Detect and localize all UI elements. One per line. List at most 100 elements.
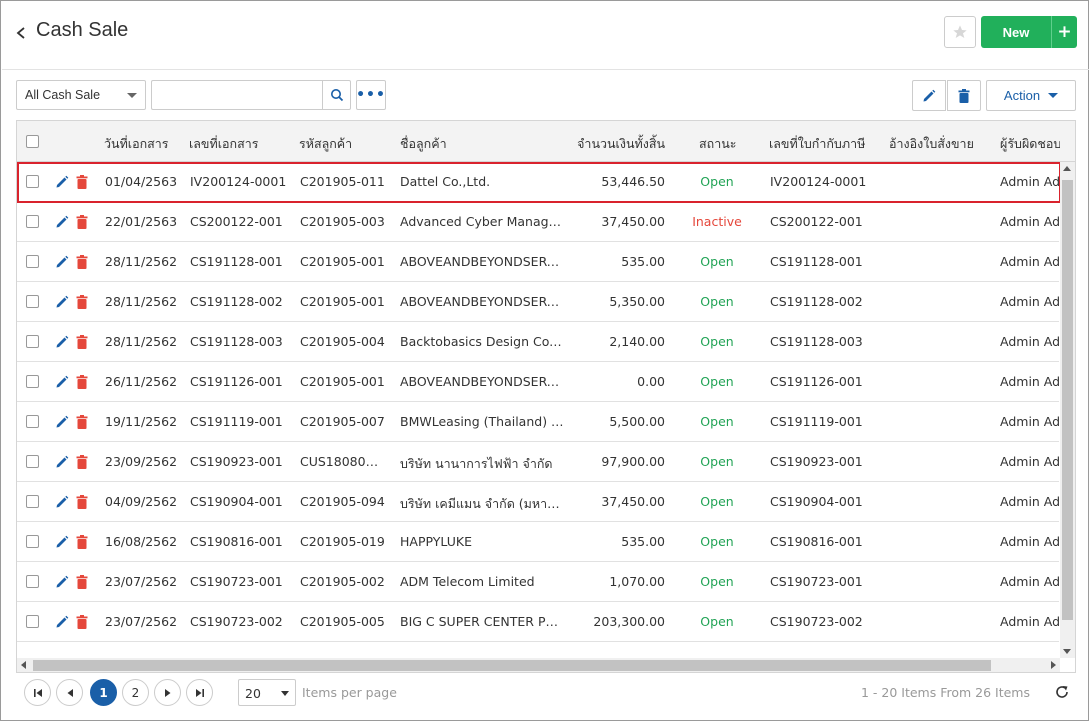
cell-customer-name: ABOVEANDBEYONDSERVICE [400, 294, 565, 309]
action-dropdown[interactable]: Action [986, 80, 1076, 111]
next-page-button[interactable] [154, 679, 181, 706]
edit-icon[interactable] [55, 415, 69, 429]
cell-doc-no: CS190904-001 [190, 494, 283, 509]
prev-page-button[interactable] [56, 679, 83, 706]
prev-page-icon [67, 688, 73, 697]
column-header-doc-no[interactable]: เลขที่เอกสาร [189, 134, 279, 154]
status-badge: Open [700, 294, 734, 309]
table-row[interactable]: 19/11/2562 CS191119-001 C201905-007 BMWLeas… [17, 402, 1060, 442]
column-header-amount[interactable]: จำนวนเงินทั้งสิ้น [567, 134, 665, 154]
search-button[interactable] [322, 80, 351, 110]
column-header-status[interactable]: สถานะ [699, 134, 759, 154]
column-header-date[interactable]: วันที่เอกสาร [104, 134, 179, 154]
row-checkbox[interactable] [26, 495, 39, 508]
chevron-left-icon[interactable] [14, 22, 28, 44]
edit-icon[interactable] [55, 375, 69, 389]
delete-icon[interactable] [76, 335, 88, 349]
cell-customer-code: C201905-002 [300, 574, 385, 589]
delete-icon[interactable] [76, 175, 88, 189]
scroll-down-icon[interactable] [1063, 649, 1071, 654]
page-size-value: 20 [245, 686, 261, 701]
first-page-button[interactable] [24, 679, 51, 706]
table-row[interactable]: 01/04/2563 IV200124-0001 C201905-011 Dattel… [17, 162, 1060, 202]
delete-icon[interactable] [76, 215, 88, 229]
delete-icon[interactable] [76, 495, 88, 509]
filter-select[interactable]: All Cash Sale [16, 80, 146, 110]
vertical-scrollbar[interactable] [1060, 162, 1075, 658]
cell-customer-code: C201905-011 [300, 174, 385, 189]
table-row[interactable]: 28/11/2562 CS191128-002 C201905-001 ABOVEAN… [17, 282, 1060, 322]
edit-icon[interactable] [55, 255, 69, 269]
delete-selected-button[interactable] [947, 80, 981, 111]
search-input[interactable] [151, 80, 323, 110]
delete-icon[interactable] [76, 535, 88, 549]
table-row[interactable]: 26/11/2562 CS191126-001 C201905-001 ABOVEAN… [17, 362, 1060, 402]
edit-icon[interactable] [55, 575, 69, 589]
horizontal-scrollbar[interactable] [17, 658, 1060, 672]
edit-icon[interactable] [55, 615, 69, 629]
delete-icon[interactable] [76, 575, 88, 589]
edit-icon[interactable] [55, 535, 69, 549]
column-header-so-ref[interactable]: อ้างอิงใบสั่งขาย [889, 134, 989, 154]
table-row[interactable]: 22/01/2563 CS200122-001 C201905-003 Advance… [17, 202, 1060, 242]
table-row[interactable]: 28/11/2562 CS191128-001 C201905-001 ABOVEAN… [17, 242, 1060, 282]
table-row[interactable]: 16/08/2562 CS190816-001 C201905-019 HAPPYLU… [17, 522, 1060, 562]
cell-owner: Admin Admin [1000, 614, 1060, 629]
row-checkbox[interactable] [26, 255, 39, 268]
refresh-icon[interactable] [1054, 684, 1070, 700]
scroll-thumb[interactable] [1062, 180, 1073, 620]
edit-icon[interactable] [55, 335, 69, 349]
cell-owner: Admin Admin [1000, 214, 1060, 229]
cell-customer-code: C201905-007 [300, 414, 385, 429]
row-checkbox[interactable] [26, 415, 39, 428]
column-header-owner[interactable]: ผู้รับผิดชอบ [1000, 134, 1060, 154]
page-button-2[interactable]: 2 [122, 679, 149, 706]
row-checkbox[interactable] [26, 535, 39, 548]
cell-doc-no: IV200124-0001 [190, 174, 287, 189]
next-page-icon [164, 688, 170, 697]
column-header-tax-invoice[interactable]: เลขที่ใบกำกับภาษี [769, 134, 874, 154]
edit-icon[interactable] [55, 455, 69, 469]
page-size-select[interactable]: 20 [238, 679, 296, 706]
delete-icon[interactable] [76, 295, 88, 309]
edit-icon[interactable] [55, 175, 69, 189]
last-page-button[interactable] [186, 679, 213, 706]
edit-selected-button[interactable] [912, 80, 946, 111]
delete-icon[interactable] [76, 415, 88, 429]
delete-icon[interactable] [76, 615, 88, 629]
status-badge: Inactive [692, 214, 742, 229]
table-row[interactable]: 28/11/2562 CS191128-003 C201905-004 Backtob… [17, 322, 1060, 362]
row-checkbox[interactable] [26, 295, 39, 308]
favorite-button[interactable] [944, 16, 976, 48]
row-checkbox[interactable] [26, 615, 39, 628]
new-options-button[interactable]: + [1051, 16, 1077, 48]
scroll-thumb[interactable] [33, 660, 991, 671]
scroll-right-icon[interactable] [1051, 661, 1056, 669]
row-checkbox[interactable] [26, 335, 39, 348]
row-checkbox[interactable] [26, 455, 39, 468]
row-checkbox[interactable] [26, 375, 39, 388]
table-row[interactable]: 04/09/2562 CS190904-001 C201905-094 บริษัท … [17, 482, 1060, 522]
more-options-button[interactable]: ••• [356, 80, 386, 110]
edit-icon[interactable] [55, 295, 69, 309]
edit-icon[interactable] [55, 495, 69, 509]
row-checkbox[interactable] [26, 175, 39, 188]
new-button[interactable]: New [981, 16, 1051, 48]
delete-icon[interactable] [76, 255, 88, 269]
edit-icon[interactable] [55, 215, 69, 229]
scroll-up-icon[interactable] [1063, 166, 1071, 171]
table-row[interactable]: 23/07/2562 CS190723-002 C201905-005 BIG C S… [17, 602, 1060, 642]
column-header-customer-name[interactable]: ชื่อลูกค้า [400, 134, 550, 154]
delete-icon[interactable] [76, 455, 88, 469]
column-header-customer-code[interactable]: รหัสลูกค้า [299, 134, 389, 154]
table-row[interactable]: 23/09/2562 CS190923-001 CUS180801-001 บริษั… [17, 442, 1060, 482]
select-all-checkbox[interactable] [26, 135, 39, 148]
table-row[interactable]: 23/07/2562 CS190723-001 C201905-002 ADM Tel… [17, 562, 1060, 602]
delete-icon[interactable] [76, 375, 88, 389]
cell-customer-code: C201905-004 [300, 334, 385, 349]
row-checkbox[interactable] [26, 215, 39, 228]
cell-customer-name: Advanced Cyber Management [400, 214, 565, 229]
page-button-1[interactable]: 1 [90, 679, 117, 706]
scroll-left-icon[interactable] [21, 661, 26, 669]
row-checkbox[interactable] [26, 575, 39, 588]
